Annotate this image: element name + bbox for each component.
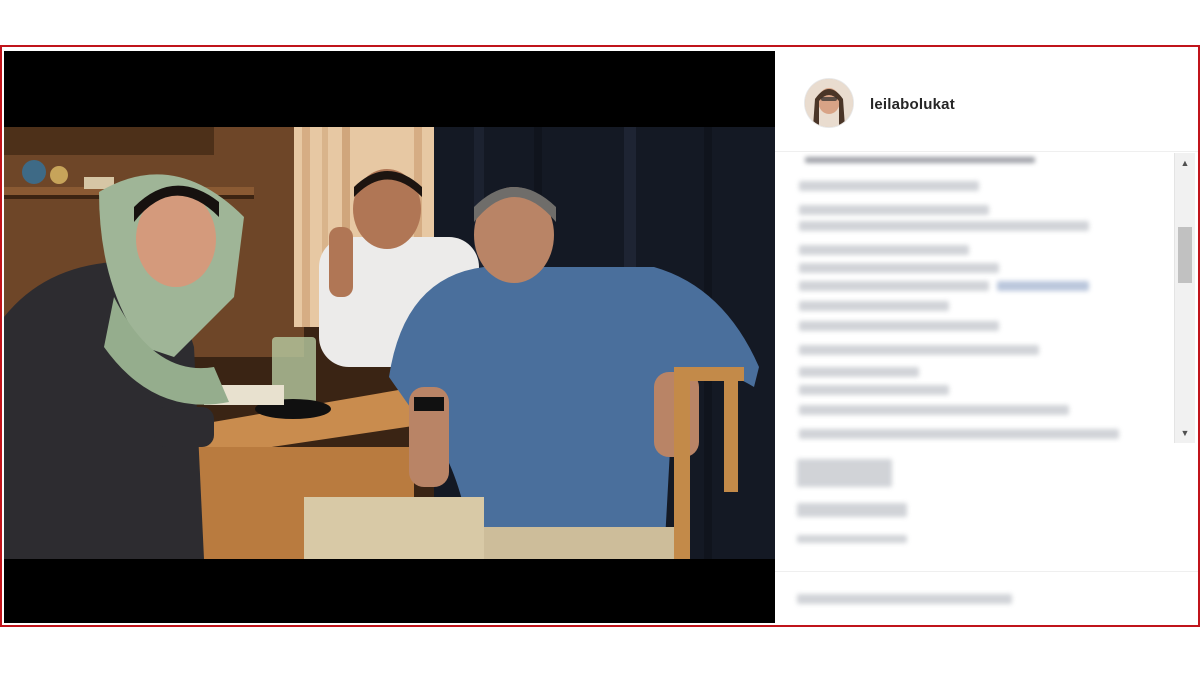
blurred-likes-count (797, 503, 907, 517)
comments-list[interactable] (775, 153, 1175, 443)
post-photo-illustration (4, 127, 775, 559)
scroll-up-icon[interactable]: ▲ (1175, 155, 1195, 171)
blurred-comment-line (799, 181, 979, 191)
post-header: leilabolukat (775, 47, 1198, 152)
scrollbar-thumb[interactable] (1178, 227, 1192, 283)
scroll-down-icon[interactable]: ▼ (1175, 425, 1195, 441)
post-meta (775, 445, 1175, 557)
blurred-comment-input[interactable] (797, 594, 1012, 604)
blurred-comment-line (799, 245, 969, 255)
blurred-caption-line (805, 157, 1035, 163)
comments-scrollbar[interactable]: ▲ ▼ (1174, 153, 1195, 443)
blurred-comment-line (799, 205, 989, 215)
post-photo[interactable] (4, 127, 775, 559)
blurred-comment-line (799, 301, 949, 311)
blurred-action-icons[interactable] (797, 459, 892, 487)
blurred-comment-line (799, 281, 989, 291)
instagram-post-frame: leilabolukat ▲ ▼ (0, 45, 1200, 627)
blurred-comment-line (799, 385, 949, 395)
blurred-comment-line (799, 367, 919, 377)
blurred-comment-line (799, 429, 1119, 439)
blurred-comment-line (799, 263, 999, 273)
post-side-panel: leilabolukat ▲ ▼ (775, 47, 1198, 625)
blurred-comment-line (799, 405, 1069, 415)
blurred-comment-line (799, 221, 1089, 231)
profile-avatar-icon[interactable] (805, 79, 853, 127)
add-comment-area[interactable] (775, 571, 1198, 625)
blurred-comment-line (799, 345, 1039, 355)
blurred-comment-link[interactable] (997, 281, 1089, 291)
post-media-pane[interactable] (4, 51, 775, 623)
blurred-timestamp (797, 535, 907, 543)
post-username[interactable]: leilabolukat (870, 96, 955, 113)
blurred-comment-line (799, 321, 999, 331)
